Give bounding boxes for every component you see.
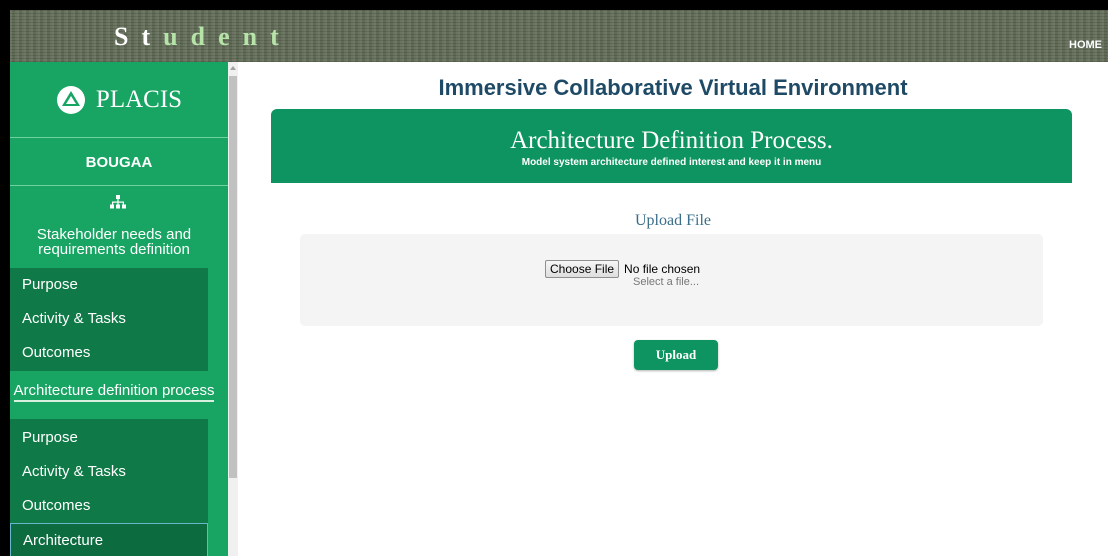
file-status: No file chosen: [624, 262, 701, 276]
placis-logo-icon: [56, 85, 85, 114]
brand-letter: t: [270, 22, 279, 51]
main-content: Immersive Collaborative Virtual Environm…: [238, 62, 1108, 556]
menu-item-outcomes[interactable]: Outcomes: [10, 489, 208, 523]
home-link[interactable]: HOME: [1069, 39, 1102, 51]
banner-subtitle: Model system architecture defined intere…: [521, 157, 822, 168]
brand-letter: u: [163, 22, 178, 51]
sidebar-scrollbar[interactable]: [228, 62, 238, 556]
upload-heading: Upload File: [635, 212, 711, 229]
process-banner: Architecture Definition Process. Model s…: [271, 109, 1072, 183]
user-name: BOUGAA: [10, 139, 228, 186]
brand-letter: t: [141, 22, 151, 51]
menu-item-activity-tasks[interactable]: Activity & Tasks: [10, 302, 208, 336]
submenu-stakeholder: Purpose Activity & Tasks Outcomes: [10, 268, 208, 371]
banner-title: Architecture Definition Process.: [510, 127, 833, 154]
sitemap-icon: [110, 195, 126, 209]
section-title-architecture-label: Architecture definition process: [13, 383, 215, 402]
menu-item-activity-tasks[interactable]: Activity & Tasks: [10, 455, 208, 489]
app-frame: Student HOME PLACIS BOUGAA Stakeholder n…: [0, 0, 1108, 556]
upload-panel: Choose File No file chosen Select a file…: [300, 234, 1043, 326]
upload-button[interactable]: Upload: [634, 340, 718, 370]
brand-letter: S: [114, 22, 129, 51]
sidebar: PLACIS BOUGAA Stakeholder needs and requ…: [10, 62, 228, 556]
brand-letter: e: [218, 22, 230, 51]
menu-item-purpose[interactable]: Purpose: [10, 268, 208, 302]
page-title: Immersive Collaborative Virtual Environm…: [438, 75, 908, 100]
menu-item-outcomes[interactable]: Outcomes: [10, 336, 208, 370]
menu-item-purpose[interactable]: Purpose: [10, 421, 208, 455]
top-banner: Student HOME: [10, 10, 1108, 62]
choose-file-button[interactable]: Choose File: [545, 260, 620, 278]
brand-letter: n: [242, 22, 258, 51]
brand-title: Student: [114, 22, 292, 52]
section-title-stakeholder[interactable]: Stakeholder needs and requirements defin…: [10, 227, 218, 269]
submenu-architecture: Purpose Activity & Tasks Outcomes Archit…: [10, 419, 208, 556]
select-file-hint: Select a file...: [633, 276, 700, 288]
menu-item-architecture[interactable]: Architecture: [10, 523, 208, 556]
logo-text: PLACIS: [95, 85, 183, 113]
logo[interactable]: PLACIS: [10, 62, 228, 138]
scroll-thumb[interactable]: [229, 76, 237, 478]
scroll-up-arrow-icon[interactable]: [230, 66, 236, 70]
brand-letter: d: [190, 22, 206, 51]
section-title-architecture[interactable]: Architecture definition process: [10, 383, 218, 402]
